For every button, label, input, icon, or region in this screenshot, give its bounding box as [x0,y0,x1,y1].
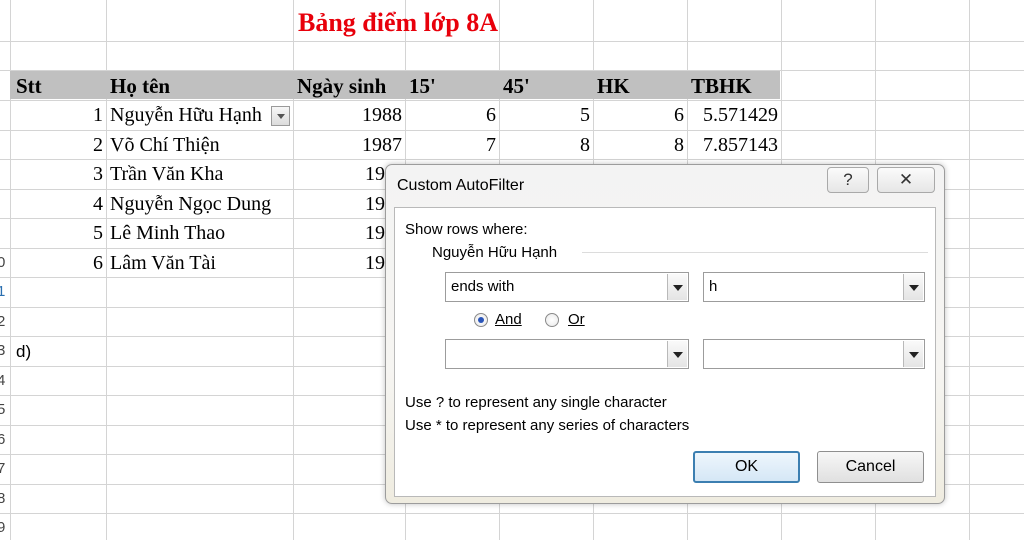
gridline [969,0,970,540]
row-number[interactable]: 3 [0,336,9,366]
custom-autofilter-dialog: Custom AutoFilter ? ✕ Show rows where: N… [385,164,945,504]
cell-birth[interactable]: 19 [365,248,385,278]
cell-15[interactable]: 7 [405,130,496,160]
cell-stt[interactable]: 3 [10,159,103,189]
show-rows-label: Show rows where: [405,221,528,238]
cell-birth[interactable]: 19 [365,189,385,219]
value2-combobox[interactable] [703,339,925,369]
hint-single-char: Use ? to represent any single character [405,394,667,411]
gridline [0,513,1024,514]
help-button[interactable]: ? [827,167,869,193]
cell-hk[interactable]: 8 [593,130,684,160]
operator2-select[interactable] [445,339,689,369]
cell-stt[interactable]: 6 [10,248,103,278]
header-45[interactable]: 45' [503,71,530,99]
cell-stt[interactable]: 5 [10,218,103,248]
cell-birth[interactable]: 1988 [293,100,402,130]
header-name[interactable]: Họ tên [110,71,170,99]
gridline [0,41,1024,42]
row-number[interactable]: 1 [0,277,9,307]
cell-name[interactable]: Lâm Văn Tài [110,248,216,278]
cell-name[interactable]: Võ Chí Thiện [110,130,220,160]
or-radio[interactable] [545,313,559,327]
cell-stt[interactable]: 2 [10,130,103,160]
operator1-value: ends with [451,278,515,295]
filter-dropdown-button[interactable] [271,106,290,126]
header-hk[interactable]: HK [597,71,630,99]
cell-name[interactable]: Trần Văn Kha [110,159,223,189]
cell-name[interactable]: Nguyễn Ngọc Dung [110,189,271,219]
chevron-down-icon[interactable] [667,341,687,367]
and-label[interactable]: And [495,311,522,328]
cell-birth[interactable]: 1987 [293,130,402,160]
header-stt[interactable]: Stt [16,71,42,99]
row-number[interactable]: 8 [0,484,9,514]
cell-tbhk[interactable]: 7.857143 [687,130,778,160]
ok-button[interactable]: OK [693,451,800,483]
chevron-down-icon[interactable] [903,274,923,300]
cell-tbhk[interactable]: 5.571429 [687,100,778,130]
row-number[interactable]: 7 [0,454,9,484]
row-number[interactable]: 6 [0,425,9,455]
help-icon: ? [843,170,853,189]
row-number[interactable]: 2 [0,307,9,337]
chevron-down-icon[interactable] [903,341,923,367]
cell-birth[interactable]: 19 [365,159,385,189]
group-separator [582,252,928,253]
row-number[interactable]: 0 [0,248,9,278]
cell-name[interactable]: Nguyễn Hữu Hạnh [110,100,262,130]
cancel-button[interactable]: Cancel [817,451,924,483]
cell-note[interactable]: d) [16,337,31,367]
value1-combobox[interactable]: h [703,272,925,302]
cell-hk[interactable]: 6 [593,100,684,130]
header-15[interactable]: 15' [409,71,436,99]
row-number[interactable]: 4 [0,366,9,396]
sheet-title[interactable]: Bảng điểm lớp 8A [298,8,498,38]
hint-series-chars: Use * to represent any series of charact… [405,417,690,434]
cell-45[interactable]: 5 [499,100,590,130]
dialog-title: Custom AutoFilter [397,177,525,194]
cell-15[interactable]: 6 [405,100,496,130]
row-number[interactable]: 9 [0,513,9,543]
cell-stt[interactable]: 1 [10,100,103,130]
cell-45[interactable]: 8 [499,130,590,160]
close-icon: ✕ [898,170,914,189]
dialog-body: Show rows where: Nguyễn Hữu Hạnh ends wi… [394,207,936,497]
or-label[interactable]: Or [568,311,585,328]
value1-text: h [709,278,718,295]
and-radio[interactable] [474,313,488,327]
field-name-label: Nguyễn Hữu Hạnh [432,244,558,261]
close-button[interactable]: ✕ [877,167,935,193]
cell-birth[interactable]: 19 [365,218,385,248]
operator1-select[interactable]: ends with [445,272,689,302]
header-tbhk[interactable]: TBHK [691,71,752,99]
cell-stt[interactable]: 4 [10,189,103,219]
header-birth[interactable]: Ngày sinh [297,71,386,99]
chevron-down-icon[interactable] [667,274,687,300]
cell-name[interactable]: Lê Minh Thao [110,218,225,248]
row-number[interactable]: 5 [0,395,9,425]
